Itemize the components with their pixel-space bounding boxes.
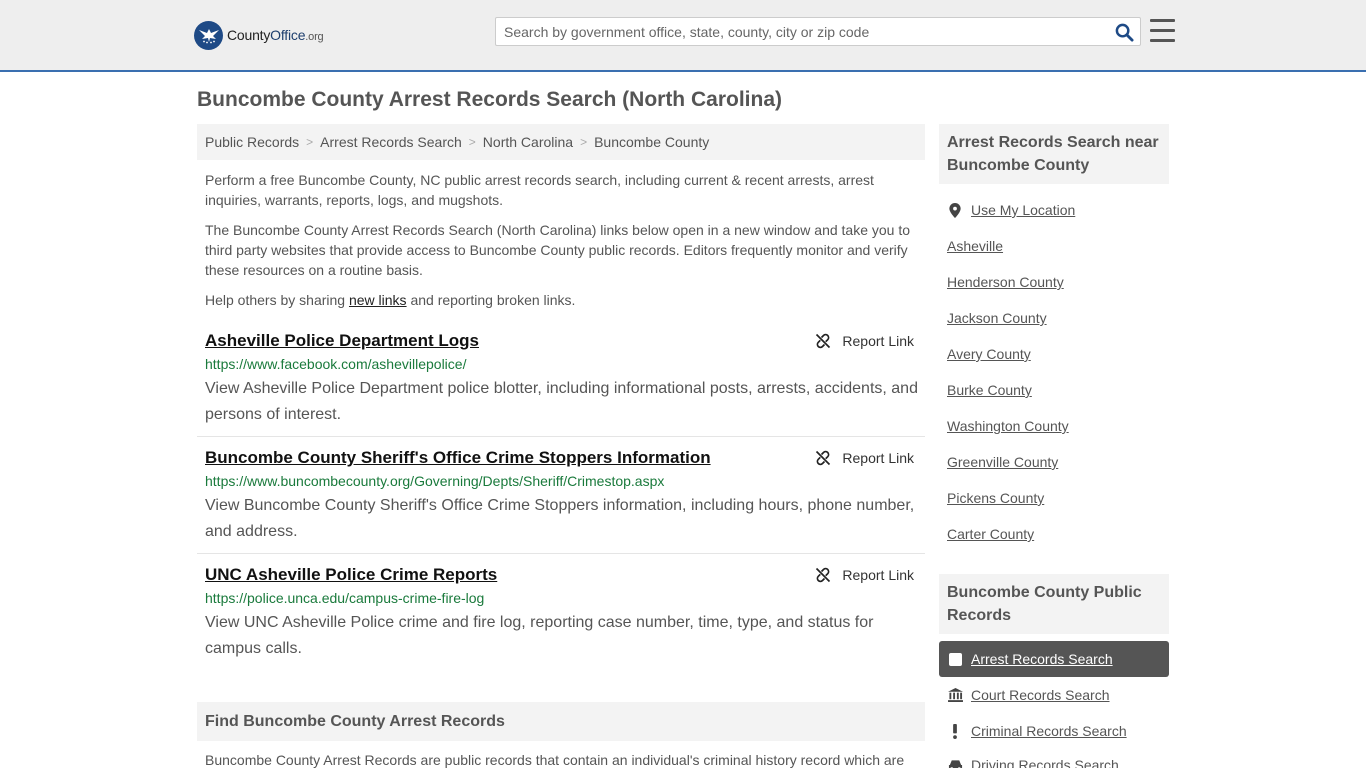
result-url: https://police.unca.edu/campus-crime-fir… [205, 590, 485, 606]
result-description: View UNC Asheville Police crime and fire… [205, 614, 874, 657]
exclamation-icon [947, 723, 963, 739]
result-url: https://www.buncombecounty.org/Governing… [205, 473, 665, 489]
report-link-button[interactable]: Report Link [815, 450, 914, 466]
broken-link-icon [816, 333, 831, 349]
broken-link-icon [816, 450, 831, 466]
breadcrumb-arrest-records-search[interactable]: Arrest Records Search [320, 134, 462, 150]
new-links-link[interactable]: new links [349, 292, 407, 308]
report-link-button[interactable]: Report Link [815, 333, 914, 349]
intro-paragraph-3: Help others by sharing new links and rep… [205, 292, 576, 308]
result-divider [197, 436, 925, 437]
square-icon [949, 652, 962, 666]
use-my-location-link[interactable]: Use My Location [947, 202, 1075, 218]
result-url: https://www.facebook.com/ashevillepolice… [205, 356, 467, 372]
result-divider [197, 553, 925, 554]
result-description: View Buncombe County Sheriff's Office Cr… [205, 497, 915, 540]
sidebar-nearby-carter-county[interactable]: Carter County [947, 526, 1034, 542]
search-input[interactable] [496, 18, 1106, 45]
search-box [495, 17, 1141, 46]
logo-wordmark: CountyOffice.org [227, 27, 324, 43]
sidebar-item-criminal-records-search[interactable]: Criminal Records Search [947, 723, 1127, 739]
sidebar-nearby-avery-county[interactable]: Avery County [947, 346, 1031, 362]
broken-link-icon [816, 567, 831, 583]
sidebar-nearby-henderson-county[interactable]: Henderson County [947, 274, 1064, 290]
sidebar-nearby-asheville[interactable]: Asheville [947, 238, 1003, 254]
sidebar-item-arrest-records-search[interactable]: Arrest Records Search [939, 641, 1169, 677]
intro-paragraph-1: Perform a free Buncombe County, NC publi… [205, 172, 874, 208]
result-title-link[interactable]: UNC Asheville Police Crime Reports [205, 565, 497, 585]
find-records-heading: Find Buncombe County Arrest Records [197, 702, 925, 741]
result-title-link[interactable]: Asheville Police Department Logs [205, 331, 479, 351]
car-icon [947, 757, 963, 768]
search-icon[interactable] [1114, 22, 1134, 42]
eagle-seal-icon [194, 20, 223, 50]
sidebar-nearby-pickens-county[interactable]: Pickens County [947, 490, 1044, 506]
breadcrumb: Public Records > Arrest Records Search >… [197, 124, 925, 160]
sidebar-item-court-records-search[interactable]: Court Records Search [947, 687, 1110, 703]
breadcrumb-north-carolina[interactable]: North Carolina [483, 134, 573, 150]
sidebar-nearby-jackson-county[interactable]: Jackson County [947, 310, 1047, 326]
result-description: View Asheville Police Department police … [205, 380, 918, 423]
chevron-right-icon: > [468, 135, 476, 149]
site-header: CountyOffice.org [0, 0, 1366, 72]
hamburger-menu-icon[interactable] [1150, 19, 1175, 42]
site-logo[interactable]: CountyOffice.org [194, 20, 324, 50]
result-title-link[interactable]: Buncombe County Sheriff's Office Crime S… [205, 448, 711, 468]
sidebar-nearby-heading: Arrest Records Search near Buncombe Coun… [939, 124, 1169, 184]
report-link-button[interactable]: Report Link [815, 567, 914, 583]
page-title: Buncombe County Arrest Records Search (N… [197, 88, 782, 111]
sidebar-nearby-washington-county[interactable]: Washington County [947, 418, 1069, 434]
find-records-text: Buncombe County Arrest Records are publi… [205, 752, 905, 768]
intro-paragraph-2: The Buncombe County Arrest Records Searc… [205, 222, 911, 278]
chevron-right-icon: > [580, 135, 588, 149]
sidebar-nearby-greenville-county[interactable]: Greenville County [947, 454, 1058, 470]
chevron-right-icon: > [306, 135, 314, 149]
breadcrumb-public-records[interactable]: Public Records [205, 134, 299, 150]
courthouse-icon [947, 687, 963, 703]
breadcrumb-buncombe-county[interactable]: Buncombe County [594, 134, 709, 150]
sidebar-public-records-heading: Buncombe County Public Records [939, 574, 1169, 634]
sidebar-item-driving-records-search[interactable]: Driving Records Search [947, 757, 1119, 768]
map-pin-icon [947, 202, 963, 218]
sidebar-nearby-burke-county[interactable]: Burke County [947, 382, 1032, 398]
